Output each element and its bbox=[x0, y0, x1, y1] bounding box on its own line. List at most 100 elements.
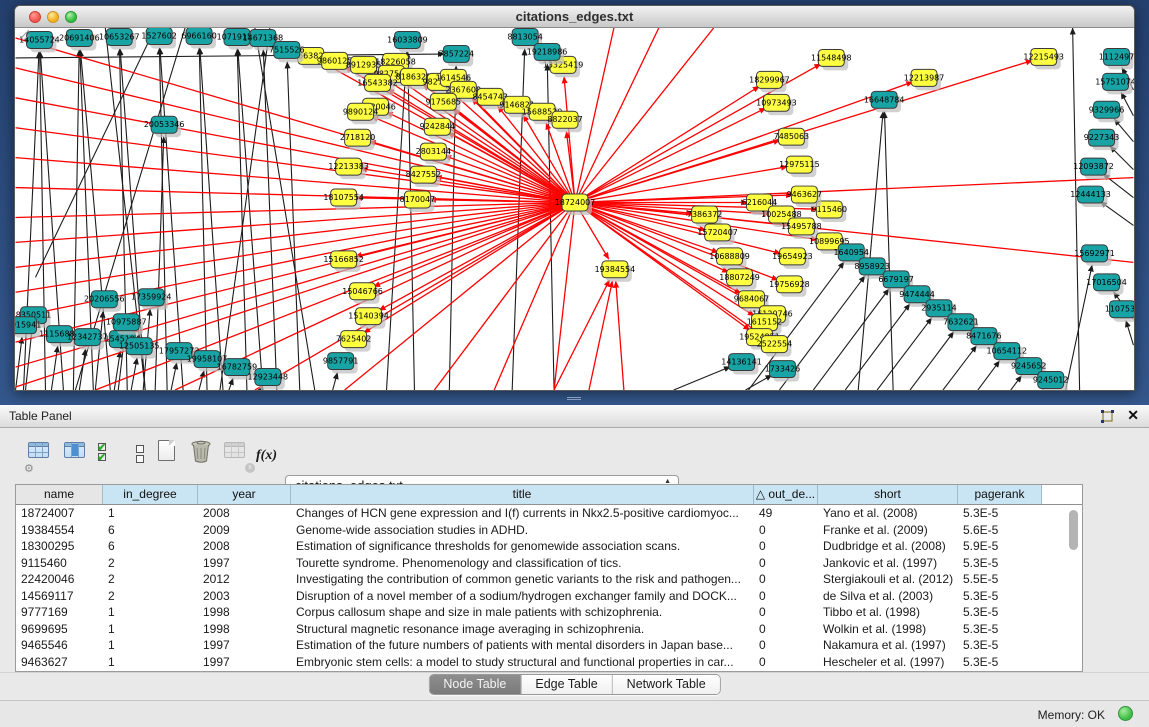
graph-node[interactable]: 9227343 bbox=[1084, 129, 1119, 150]
citation-edge-red[interactable] bbox=[575, 108, 766, 202]
float-panel-icon[interactable] bbox=[1099, 409, 1115, 424]
citation-edge-red[interactable] bbox=[16, 203, 575, 218]
column-header-year[interactable]: year bbox=[198, 485, 291, 504]
citation-edge-red[interactable] bbox=[554, 203, 575, 390]
citation-edge-red[interactable] bbox=[575, 178, 1133, 203]
table-row[interactable]: 946554611997Estimation of the future num… bbox=[16, 637, 1082, 654]
graph-node[interactable]: 15720407 bbox=[697, 224, 738, 245]
graph-node[interactable]: 15495788 bbox=[781, 218, 822, 239]
citation-edge-black[interactable] bbox=[171, 363, 177, 390]
citation-edge-black[interactable] bbox=[978, 361, 1000, 390]
citation-edge-black[interactable] bbox=[287, 62, 300, 390]
citation-edge-black[interactable] bbox=[813, 289, 889, 390]
citation-edge-black[interactable] bbox=[885, 112, 894, 390]
unselect-checks-icon[interactable] bbox=[126, 443, 153, 470]
table-row[interactable]: 2242004622012Investigating the contribut… bbox=[16, 571, 1082, 588]
function-builder-icon[interactable]: f(x) bbox=[256, 446, 283, 473]
column-header-out_degree[interactable]: △ out_de... bbox=[754, 485, 818, 504]
graph-node[interactable]: 12923448 bbox=[248, 369, 289, 390]
graph-node[interactable]: 17359924 bbox=[131, 289, 172, 310]
graph-node[interactable]: 19384554 bbox=[595, 261, 636, 282]
graph-node[interactable]: 16648784 bbox=[864, 91, 905, 112]
graph-node[interactable]: 18107554 bbox=[323, 189, 364, 210]
graph-node[interactable]: 11548498 bbox=[811, 49, 852, 70]
citation-edge-black[interactable] bbox=[877, 318, 932, 390]
citation-edge-red[interactable] bbox=[372, 116, 575, 202]
graph-node[interactable]: 12215493 bbox=[1023, 48, 1064, 69]
show-columns-icon[interactable] bbox=[64, 442, 91, 469]
graph-node[interactable]: 9242844 bbox=[420, 118, 456, 139]
column-header-name[interactable]: name bbox=[16, 485, 103, 504]
graph-node[interactable]: 9463627 bbox=[787, 186, 823, 207]
citation-edge-black[interactable] bbox=[674, 367, 731, 390]
graph-node[interactable]: 9890124 bbox=[343, 103, 379, 124]
citation-edge-black[interactable] bbox=[845, 304, 910, 390]
graph-node[interactable]: 7625402 bbox=[336, 331, 372, 352]
select-all-checks-icon[interactable]: ✔✔ bbox=[98, 443, 125, 470]
graph-node[interactable]: 12505135 bbox=[119, 338, 160, 359]
citation-edge-black[interactable] bbox=[333, 373, 338, 390]
graph-node[interactable]: 19756928 bbox=[769, 276, 810, 297]
graph-node[interactable]: 17016504 bbox=[1086, 274, 1127, 295]
graph-node[interactable]: 15692971 bbox=[1074, 245, 1115, 266]
citation-edge-black[interactable] bbox=[1011, 376, 1022, 390]
graph-node[interactable]: 1107533 bbox=[1105, 301, 1134, 322]
network-canvas[interactable]: 1872400776638229860125891293518226058982… bbox=[15, 28, 1134, 390]
table-row[interactable]: 911546021997Tourette syndrome. Phenomeno… bbox=[16, 555, 1082, 572]
graph-node[interactable]: 7485063 bbox=[774, 128, 810, 149]
window-titlebar[interactable]: citations_edges.txt bbox=[15, 6, 1134, 28]
citation-edge-red[interactable] bbox=[616, 281, 624, 390]
table-row[interactable]: 1938455462009Genome-wide association stu… bbox=[16, 522, 1082, 539]
table-row[interactable]: 969969511998Structural magnetic resonanc… bbox=[16, 621, 1082, 638]
citation-edge-black[interactable] bbox=[51, 346, 57, 390]
splitter-grip[interactable] bbox=[567, 396, 581, 403]
graph-node[interactable]: 8427552 bbox=[406, 166, 442, 187]
delete-table-icon[interactable] bbox=[190, 439, 217, 466]
citation-edge-red[interactable] bbox=[564, 77, 575, 203]
graph-node[interactable]: 8822037 bbox=[547, 111, 583, 132]
citation-edge-black[interactable] bbox=[199, 371, 204, 390]
graph-node[interactable]: 20691406 bbox=[59, 29, 100, 50]
graph-node[interactable]: 16033809 bbox=[387, 31, 428, 52]
graph-node[interactable]: 3915941 bbox=[15, 317, 41, 338]
close-window-icon[interactable] bbox=[29, 11, 41, 23]
citation-edge-black[interactable] bbox=[95, 311, 103, 390]
graph-node[interactable]: 12975115 bbox=[779, 156, 820, 177]
citation-edge-red[interactable] bbox=[255, 203, 575, 390]
citation-edge-black[interactable] bbox=[229, 378, 233, 390]
table-mode-icon[interactable]: ⚙ bbox=[28, 442, 55, 469]
citation-edge-red[interactable] bbox=[16, 203, 575, 243]
graph-node[interactable]: 10653267 bbox=[99, 28, 140, 49]
citation-edge-red[interactable] bbox=[16, 98, 575, 203]
citation-edge-red[interactable] bbox=[16, 38, 575, 203]
citation-edge-black[interactable] bbox=[79, 349, 85, 390]
canvas-resize-grip-icon[interactable] bbox=[15, 28, 33, 42]
graph-node[interactable]: 9245012 bbox=[1033, 372, 1069, 390]
column-header-title[interactable]: title bbox=[291, 485, 754, 504]
citation-edge-red[interactable] bbox=[575, 28, 714, 203]
graph-node[interactable]: 9857791 bbox=[323, 353, 359, 374]
graph-node[interactable]: 15166852 bbox=[323, 251, 364, 272]
graph-node[interactable]: 12093872 bbox=[1073, 158, 1114, 179]
table-row[interactable]: 1830029562008Estimation of significance … bbox=[16, 538, 1082, 555]
graph-node[interactable]: 15140394 bbox=[348, 308, 389, 329]
graph-node[interactable]: 7515526 bbox=[269, 41, 305, 62]
column-header-short[interactable]: short bbox=[818, 485, 958, 504]
graph-node[interactable]: 2522554 bbox=[757, 336, 793, 357]
citation-edge-black[interactable] bbox=[910, 332, 954, 390]
table-vertical-scrollbar[interactable] bbox=[1069, 510, 1078, 550]
graph-node[interactable]: 10973493 bbox=[756, 94, 797, 115]
citation-edge-black[interactable] bbox=[1126, 321, 1133, 345]
citation-edge-black[interactable] bbox=[16, 337, 23, 390]
graph-node[interactable]: 9175685 bbox=[426, 93, 462, 114]
table-row[interactable]: 1456911722003Disruption of a novel membe… bbox=[16, 588, 1082, 605]
graph-node[interactable]: 16543382 bbox=[357, 74, 398, 95]
minimize-window-icon[interactable] bbox=[47, 11, 59, 23]
graph-node[interactable]: 8170047 bbox=[400, 191, 436, 212]
citation-edge-red[interactable] bbox=[575, 82, 913, 203]
table-row[interactable]: 1872400712008Changes of HCN gene express… bbox=[16, 505, 1082, 522]
citation-edge-black[interactable] bbox=[1073, 28, 1080, 390]
graph-node[interactable]: 20053346 bbox=[144, 116, 185, 137]
graph-node[interactable]: 1733426 bbox=[765, 361, 801, 382]
close-panel-icon[interactable]: ✕ bbox=[1127, 407, 1139, 424]
